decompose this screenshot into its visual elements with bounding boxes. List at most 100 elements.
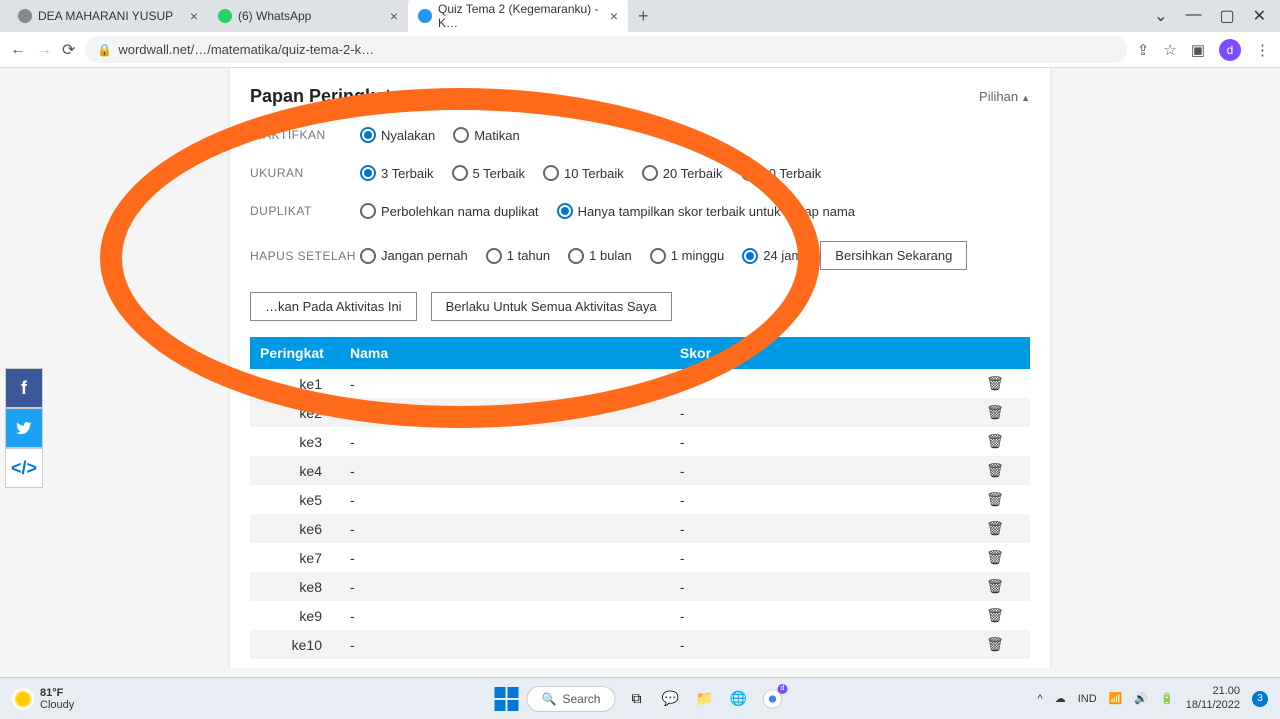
explorer-icon[interactable]: 📁 (691, 686, 717, 712)
radio-size-4[interactable]: 40 Terbaik (741, 165, 822, 181)
clear-now-button[interactable]: Bersihkan Sekarang (820, 241, 967, 270)
radio-size-1[interactable]: 5 Terbaik (452, 165, 526, 181)
onedrive-icon[interactable]: ☁ (1055, 692, 1066, 705)
cell-name: - (340, 543, 670, 572)
chat-icon[interactable]: 💬 (657, 686, 683, 712)
table-row: ke5--🗑 (250, 485, 1030, 514)
radio-clear-2[interactable]: 1 bulan (568, 248, 632, 264)
table-row: ke10--🗑 (250, 630, 1030, 659)
search-placeholder: Search (562, 692, 600, 706)
twitter-share-button[interactable] (5, 408, 43, 448)
radio-clear-3[interactable]: 1 minggu (650, 248, 724, 264)
tab-title: DEA MAHARANI YUSUP (38, 9, 173, 23)
delete-row-button[interactable]: 🗑 (960, 485, 1030, 514)
close-icon[interactable]: × (610, 8, 618, 24)
clock[interactable]: 21.00 18/11/2022 (1186, 685, 1240, 711)
language-indicator[interactable]: IND (1078, 693, 1097, 705)
volume-icon[interactable]: 🔊 (1134, 692, 1148, 705)
menu-icon[interactable]: ⋮ (1255, 41, 1270, 59)
apply-all-button[interactable]: Berlaku Untuk Semua Aktivitas Saya (431, 292, 672, 321)
notification-badge[interactable]: 3 (1252, 691, 1268, 707)
panel-icon[interactable]: ▣ (1191, 41, 1205, 59)
cell-rank: ke8 (250, 572, 340, 601)
cell-name: - (340, 427, 670, 456)
lock-icon: 🔒 (97, 43, 112, 57)
cell-name: - (340, 514, 670, 543)
radio-dup-allow[interactable]: Perbolehkan nama duplikat (360, 203, 539, 219)
cell-score: - (670, 427, 960, 456)
delete-row-button[interactable]: 🗑 (960, 514, 1030, 543)
social-sidebar: f </> (5, 368, 43, 488)
taskbar-search[interactable]: 🔍 Search (527, 686, 616, 712)
battery-icon[interactable]: 🔋 (1160, 692, 1174, 705)
cell-name: - (340, 630, 670, 659)
cell-name: - (340, 369, 670, 398)
cell-name: - (340, 601, 670, 630)
minimize-icon[interactable]: — (1185, 6, 1201, 26)
options-dropdown[interactable]: Pilihan (979, 89, 1030, 104)
radio-clear-4[interactable]: 24 jam (742, 248, 802, 264)
wifi-icon[interactable]: 📶 (1109, 692, 1123, 705)
reload-button[interactable]: ⟳ (62, 40, 75, 60)
delete-row-button[interactable]: 🗑 (960, 456, 1030, 485)
th-rank: Peringkat (250, 337, 340, 369)
cell-score: - (670, 369, 960, 398)
tab-1[interactable]: (6) WhatsApp × (208, 2, 408, 30)
label-clear: HAPUS SETELAH (250, 249, 360, 263)
favicon-whatsapp-icon (218, 9, 232, 23)
share-icon[interactable]: ⇪ (1137, 41, 1150, 59)
cell-name: - (340, 456, 670, 485)
cell-rank: ke2 (250, 398, 340, 427)
star-icon[interactable]: ☆ (1163, 41, 1176, 59)
maximize-icon[interactable]: ▢ (1219, 6, 1234, 26)
radio-enable-off[interactable]: Matikan (453, 127, 520, 143)
task-view-icon[interactable]: ⧉ (623, 686, 649, 712)
radio-size-3[interactable]: 20 Terbaik (642, 165, 723, 181)
url-text: wordwall.net/…/matematika/quiz-tema-2-k… (118, 42, 374, 57)
table-row: ke9--🗑 (250, 601, 1030, 630)
tab-0[interactable]: DEA MAHARANI YUSUP × (8, 2, 208, 30)
radio-clear-0[interactable]: Jangan pernah (360, 248, 468, 264)
delete-row-button[interactable]: 🗑 (960, 630, 1030, 659)
delete-row-button[interactable]: 🗑 (960, 572, 1030, 601)
facebook-share-button[interactable]: f (5, 368, 43, 408)
chrome-icon[interactable]: d (759, 686, 785, 712)
row-duplicate: DUPLIKAT Perbolehkan nama duplikat Hanya… (250, 203, 1030, 219)
tab-title: Quiz Tema 2 (Kegemaranku) - K… (438, 2, 604, 30)
radio-dup-best[interactable]: Hanya tampilkan skor terbaik untuk setia… (557, 203, 855, 219)
chevron-down-icon[interactable]: ⌄ (1154, 6, 1167, 26)
card-title: Papan Peringkat (250, 86, 391, 107)
weather-widget[interactable]: 81°F Cloudy (12, 687, 74, 711)
ranking-table: Peringkat Nama Skor ke1--🗑ke2--🗑ke3--🗑ke… (250, 337, 1030, 659)
tab-2[interactable]: Quiz Tema 2 (Kegemaranku) - K… × (408, 0, 628, 36)
embed-button[interactable]: </> (5, 448, 43, 488)
back-button[interactable]: ← (10, 41, 26, 59)
table-row: ke2--🗑 (250, 398, 1030, 427)
new-tab-button[interactable]: + (628, 6, 659, 27)
close-window-icon[interactable]: ✕ (1253, 6, 1266, 26)
apply-this-button[interactable]: …kan Pada Aktivitas Ini (250, 292, 417, 321)
radio-enable-on[interactable]: Nyalakan (360, 127, 435, 143)
leaderboard-card: Papan Peringkat Pilihan DIAKTIFKAN Nyala… (230, 68, 1050, 668)
radio-clear-1[interactable]: 1 tahun (486, 248, 550, 264)
profile-avatar[interactable]: d (1219, 39, 1241, 61)
cell-score: - (670, 630, 960, 659)
forward-button[interactable]: → (36, 41, 52, 59)
radio-size-2[interactable]: 10 Terbaik (543, 165, 624, 181)
delete-row-button[interactable]: 🗑 (960, 369, 1030, 398)
delete-row-button[interactable]: 🗑 (960, 398, 1030, 427)
search-icon: 🔍 (542, 692, 557, 706)
url-input[interactable]: 🔒 wordwall.net/…/matematika/quiz-tema-2-… (85, 36, 1126, 63)
close-icon[interactable]: × (190, 8, 198, 24)
edge-icon[interactable]: 🌐 (725, 686, 751, 712)
favicon-wordwall-icon (418, 9, 432, 23)
delete-row-button[interactable]: 🗑 (960, 427, 1030, 456)
start-button[interactable] (495, 687, 519, 711)
delete-row-button[interactable]: 🗑 (960, 601, 1030, 630)
cell-score: - (670, 572, 960, 601)
radio-size-0[interactable]: 3 Terbaik (360, 165, 434, 181)
close-icon[interactable]: × (390, 8, 398, 24)
cell-rank: ke9 (250, 601, 340, 630)
tray-chevron-icon[interactable]: ^ (1038, 693, 1043, 705)
delete-row-button[interactable]: 🗑 (960, 543, 1030, 572)
